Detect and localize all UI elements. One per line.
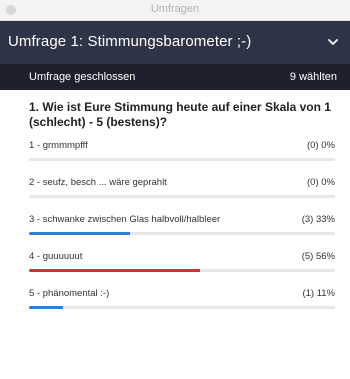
option-bar-fill [29,306,63,309]
poll-option: 4 - guuuuuut (5) 56% [29,244,335,281]
option-label: 2 - seufz, besch ... wäre geprahlt [29,177,167,188]
poll-option: 3 - schwanke zwischen Glas halbvoll/halb… [29,207,335,244]
option-bar-fill [29,269,201,272]
option-label: 4 - guuuuuut [29,251,83,262]
poll-content: 1. Wie ist Eure Stimmung heute auf einer… [0,100,350,318]
option-bar-track [29,158,335,161]
poll-option: 1 - grmmmpfff (0) 0% [29,133,335,170]
window-title: Umfragen [150,3,200,15]
option-label: 3 - schwanke zwischen Glas halbvoll/halb… [29,214,221,225]
option-result: (3) 33% [301,214,335,225]
option-bar-track [29,306,335,309]
chevron-down-icon[interactable] [326,35,340,49]
vote-count: 9 wählten [289,71,337,83]
poll-title: Umfrage 1: Stimmungsbarometer ;-) [8,33,252,50]
option-bar-fill [29,232,130,235]
poll-option: 2 - seufz, besch ... wäre geprahlt (0) 0% [29,170,335,207]
poll-header[interactable]: Umfrage 1: Stimmungsbarometer ;-) [0,21,350,64]
poll-option: 5 - phänomental :-) (1) 11% [29,281,335,318]
option-result: (0) 0% [307,177,335,188]
option-bar-track [29,269,335,272]
window-titlebar: Umfragen [0,0,350,21]
options-list: 1 - grmmmpfff (0) 0% 2 - seufz, besch ... … [29,133,335,318]
poll-window: Umfragen Umfrage 1: Stimmungsbarometer ;… [0,0,350,379]
option-label: 1 - grmmmpfff [29,140,88,151]
option-result: (5) 56% [301,251,335,262]
option-bar-track [29,195,335,198]
option-label: 5 - phänomental :-) [29,288,110,299]
option-result: (1) 11% [302,288,335,299]
poll-status: Umfrage geschlossen [29,71,136,83]
option-bar-track [29,232,335,235]
poll-question: 1. Wie ist Eure Stimmung heute auf einer… [29,100,331,129]
option-result: (0) 0% [307,140,335,151]
poll-status-bar: Umfrage geschlossen 9 wählten [0,64,350,90]
